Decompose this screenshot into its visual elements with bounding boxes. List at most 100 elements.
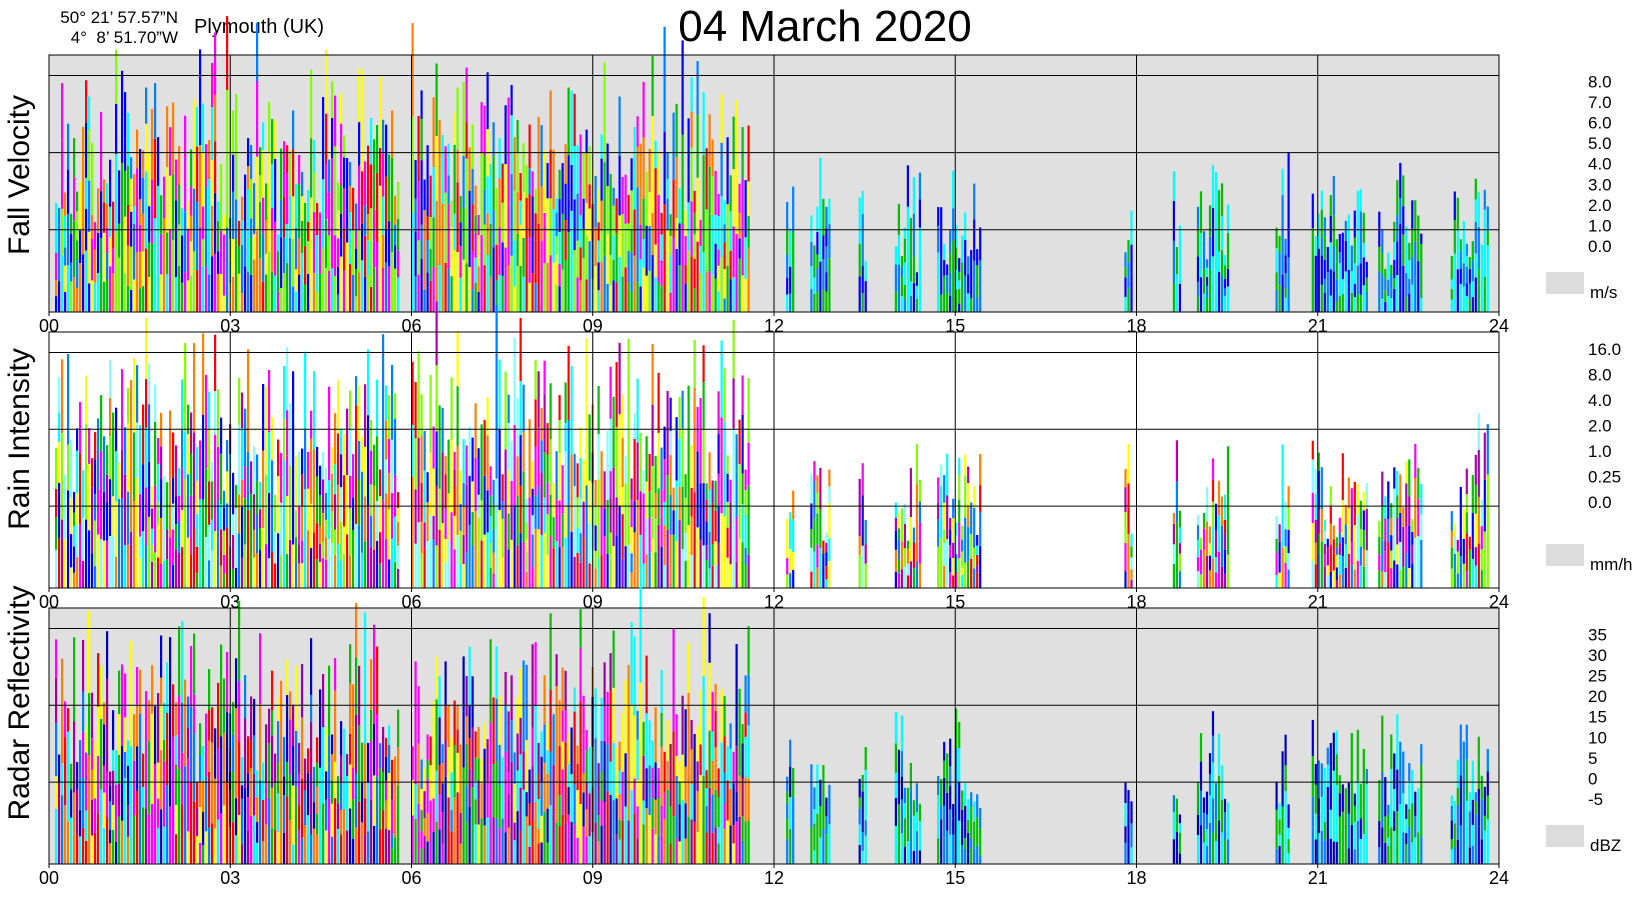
heatmap-cell xyxy=(1281,168,1284,195)
colorbar-label: 16.0 xyxy=(1588,340,1621,359)
heatmap-cell xyxy=(495,221,498,245)
heatmap-cell xyxy=(184,732,187,767)
heatmap-cell xyxy=(199,723,202,755)
heatmap-cell xyxy=(199,781,202,807)
heatmap-cell xyxy=(723,736,726,773)
heatmap-cell xyxy=(519,435,522,486)
heatmap-cell xyxy=(1399,223,1402,253)
heatmap-cell xyxy=(1393,535,1396,561)
heatmap-cell xyxy=(1332,732,1335,771)
heatmap-cell xyxy=(313,766,316,803)
heatmap-cell xyxy=(453,549,456,588)
heatmap-cell xyxy=(1314,468,1317,495)
heatmap-cell xyxy=(861,819,864,833)
heatmap-cell xyxy=(382,119,385,154)
heatmap-cell xyxy=(67,354,70,445)
heatmap-cell xyxy=(115,821,118,842)
heatmap-cell xyxy=(1414,478,1417,538)
heatmap-cell xyxy=(1486,748,1489,772)
heatmap-cell xyxy=(1196,228,1200,257)
heatmap-cell xyxy=(370,547,373,588)
heatmap-cell xyxy=(964,837,967,849)
heatmap-cell xyxy=(334,658,337,691)
heatmap-cell xyxy=(624,456,627,484)
heatmap-cell xyxy=(561,814,564,864)
heatmap-cell xyxy=(681,799,684,864)
heatmap-cell xyxy=(226,712,229,782)
heatmap-cell xyxy=(702,676,705,776)
heatmap-cell xyxy=(627,194,630,224)
heatmap-cell xyxy=(567,835,570,864)
heatmap-cell xyxy=(420,831,423,849)
heatmap-cell xyxy=(1124,842,1127,864)
heatmap-cell xyxy=(483,782,486,826)
heatmap-cell xyxy=(319,543,322,562)
heatmap-cell xyxy=(286,410,289,456)
heatmap-cell xyxy=(1486,474,1489,532)
heatmap-cell xyxy=(1408,278,1411,294)
heatmap-cell xyxy=(1281,274,1284,312)
heatmap-cell xyxy=(858,844,861,864)
heatmap-cell xyxy=(202,206,205,240)
heatmap-cell xyxy=(417,803,420,864)
heatmap-cell xyxy=(127,836,130,864)
heatmap-cell xyxy=(352,187,355,231)
heatmap-cell xyxy=(334,276,337,312)
heatmap-cell xyxy=(549,383,552,440)
heatmap-cell xyxy=(1474,801,1477,815)
heatmap-cell xyxy=(334,494,337,530)
heatmap-cell xyxy=(58,783,61,799)
heatmap-cell xyxy=(1483,830,1486,849)
heatmap-cell xyxy=(1278,524,1281,542)
heatmap-cell xyxy=(1196,571,1200,588)
heatmap-cell xyxy=(585,279,588,312)
heatmap-cell xyxy=(1359,294,1362,312)
heatmap-cell xyxy=(1335,301,1338,312)
heatmap-cell xyxy=(552,814,555,864)
heatmap-cell xyxy=(181,379,184,430)
heatmap-cell xyxy=(1402,751,1405,794)
heatmap-cell xyxy=(576,497,579,528)
heatmap-cell xyxy=(510,441,513,481)
heatmap-cell xyxy=(166,712,169,786)
heatmap-cell xyxy=(555,823,558,864)
heatmap-cell xyxy=(717,768,720,797)
heatmap-cell xyxy=(495,761,498,819)
heatmap-cell xyxy=(732,277,735,312)
heatmap-cell xyxy=(952,170,955,209)
heatmap-cell xyxy=(450,276,453,312)
heatmap-cell xyxy=(573,757,576,785)
heatmap-cell xyxy=(456,87,459,150)
heatmap-cell xyxy=(483,189,486,225)
heatmap-cell xyxy=(73,138,76,178)
heatmap-cell xyxy=(283,273,286,312)
heatmap-cell xyxy=(238,494,241,534)
heatmap-cell xyxy=(286,761,289,797)
heatmap-cell xyxy=(94,282,97,312)
heatmap-cell xyxy=(313,211,316,273)
heatmap-cell xyxy=(663,501,666,526)
heatmap-cell xyxy=(513,807,516,823)
heatmap-cell xyxy=(373,267,376,312)
heatmap-cell xyxy=(961,551,964,568)
heatmap-cell xyxy=(394,393,397,419)
heatmap-cell xyxy=(510,173,513,227)
heatmap-cell xyxy=(208,669,211,710)
heatmap-cell xyxy=(91,458,94,488)
heatmap-cell xyxy=(480,424,483,501)
heatmap-cell xyxy=(738,419,741,464)
heatmap-cell xyxy=(918,833,921,851)
heatmap-cell xyxy=(450,440,453,513)
heatmap-cell xyxy=(441,783,444,812)
heatmap-cell xyxy=(1396,564,1399,588)
heatmap-cell xyxy=(313,828,316,864)
heatmap-cell xyxy=(1338,816,1341,846)
heatmap-cell xyxy=(438,529,441,588)
heatmap-cell xyxy=(1205,846,1209,864)
heatmap-cell xyxy=(277,533,280,588)
heatmap-cell xyxy=(328,480,331,540)
heatmap-cell xyxy=(423,548,426,588)
heatmap-cell xyxy=(621,177,624,215)
heatmap-cell xyxy=(1350,488,1353,506)
heatmap-cell xyxy=(588,414,591,440)
